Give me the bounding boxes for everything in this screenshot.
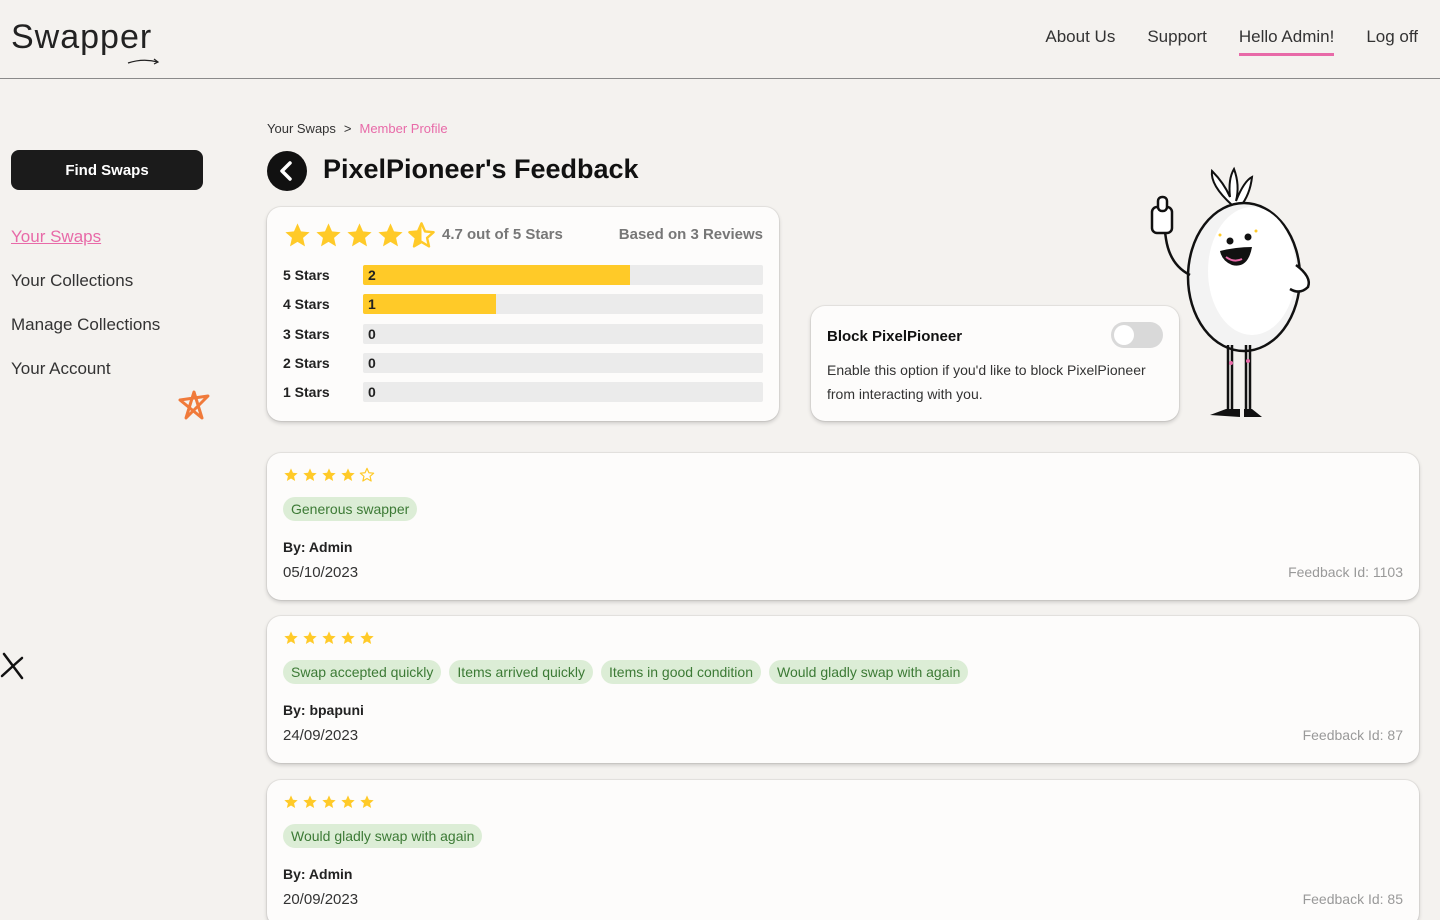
- logo-swoosh-icon: [127, 58, 160, 65]
- nav-hello-admin[interactable]: Hello Admin!: [1238, 27, 1335, 56]
- review-tag: Items in good condition: [601, 660, 761, 684]
- review-card: Swap accepted quickly Items arrived quick…: [267, 616, 1419, 763]
- average-star-rating: [283, 221, 436, 250]
- nav-support[interactable]: Support: [1147, 27, 1207, 56]
- feedback-id: Feedback Id: 1103: [1288, 564, 1403, 580]
- average-rating-text: 4.7 out of 5 Stars: [442, 226, 563, 243]
- rating-bar-fill: [363, 265, 630, 285]
- review-tag: Generous swapper: [283, 497, 418, 521]
- rating-row-label: 3 Stars: [283, 325, 330, 342]
- top-header: Swapper About Us Support Hello Admin! Lo…: [0, 0, 1440, 79]
- review-card: Generous swapper By: Admin 05/10/2023 Feedb…: [267, 453, 1419, 600]
- review-star-rating: [283, 467, 375, 483]
- rating-summary-card: 4.7 out of 5 Stars Based on 3 Reviews 5 …: [267, 207, 779, 421]
- rating-bar-track: 2: [363, 265, 763, 285]
- nav-log-off[interactable]: Log off: [1366, 27, 1418, 56]
- filled-star-icon: [284, 631, 298, 644]
- chevron-left-icon: [280, 161, 292, 181]
- review-author: By: Admin: [283, 866, 353, 882]
- toggle-knob: [1114, 325, 1134, 345]
- review-author: By: bpapuni: [283, 702, 364, 718]
- review-card: Would gladly swap with again By: Admin 20/…: [267, 780, 1419, 920]
- rating-row-label: 5 Stars: [283, 267, 330, 283]
- review-date: 05/10/2023: [283, 564, 359, 581]
- rating-row-label: 1 Stars: [283, 384, 330, 401]
- filled-star-icon: [284, 468, 298, 481]
- decorative-sparkle-icon: [0, 652, 24, 680]
- decorative-star-icon: [178, 390, 210, 420]
- empty-star-icon: [359, 467, 375, 482]
- find-swaps-button[interactable]: Find Swaps: [11, 150, 203, 190]
- half-star-icon: [408, 222, 435, 248]
- rating-row-count: 0: [368, 354, 376, 371]
- review-star-rating: [283, 630, 375, 646]
- review-star-rating: [283, 794, 375, 810]
- mascot-illustration: [1150, 166, 1310, 417]
- review-tag: Swap accepted quickly: [283, 660, 442, 684]
- review-tag: Would gladly swap with again: [769, 660, 969, 684]
- filled-star-icon: [347, 223, 372, 247]
- rating-distribution-row: 3 Stars 0: [283, 323, 763, 344]
- filled-star-icon: [284, 795, 298, 808]
- block-user-card: Block PixelPioneer Enable this option if…: [811, 306, 1179, 421]
- rating-distribution-row: 5 Stars 2: [283, 265, 763, 285]
- rating-distribution-row: 2 Stars 0: [283, 352, 763, 373]
- review-date: 20/09/2023: [283, 891, 359, 908]
- rating-distribution-row: 4 Stars 1: [283, 294, 763, 315]
- block-user-description: Enable this option if you'd like to bloc…: [827, 362, 1146, 402]
- filled-star-icon: [303, 795, 317, 808]
- filled-star-icon: [322, 795, 336, 808]
- breadcrumb-your-swaps[interactable]: Your Swaps: [267, 121, 336, 136]
- filled-star-icon: [378, 223, 403, 247]
- rating-row-label: 2 Stars: [283, 354, 330, 371]
- review-tag: Would gladly swap with again: [283, 824, 483, 848]
- review-tags: Would gladly swap with again: [283, 824, 483, 848]
- breadcrumb-member-profile: Member Profile: [359, 121, 448, 136]
- filled-star-icon: [341, 795, 355, 808]
- top-nav: About Us Support Hello Admin! Log off: [1045, 27, 1418, 56]
- feedback-id: Feedback Id: 87: [1302, 727, 1403, 743]
- swapper-logo[interactable]: Swapper: [11, 18, 152, 57]
- rating-distribution-row: 1 Stars 0: [283, 382, 763, 403]
- filled-star-icon: [360, 631, 374, 644]
- filled-star-icon: [316, 223, 341, 247]
- review-tags: Generous swapper: [283, 497, 418, 521]
- review-count-text: Based on 3 Reviews: [618, 226, 763, 243]
- rating-row-count: 2: [368, 267, 376, 283]
- filled-star-icon: [360, 795, 374, 808]
- filled-star-icon: [341, 468, 355, 481]
- filled-star-icon: [303, 631, 317, 644]
- filled-star-icon: [285, 223, 310, 247]
- sidebar-item-your-collections[interactable]: Your Collections: [11, 271, 133, 291]
- rating-bar-track: 0: [363, 323, 763, 344]
- rating-row-count: 0: [368, 325, 376, 342]
- rating-row-count: 1: [368, 296, 376, 313]
- breadcrumb: Your Swaps > Member Profile: [267, 121, 448, 136]
- feedback-id: Feedback Id: 85: [1302, 891, 1403, 907]
- review-date: 24/09/2023: [283, 727, 359, 744]
- rating-row-label: 4 Stars: [283, 296, 330, 313]
- review-tags: Swap accepted quickly Items arrived quick…: [283, 660, 969, 684]
- rating-bar-track: 0: [363, 382, 763, 403]
- rating-bar-fill: [363, 294, 497, 315]
- rating-bar-track: 0: [363, 352, 763, 373]
- sidebar-item-your-swaps[interactable]: Your Swaps: [11, 227, 101, 247]
- back-button[interactable]: [267, 151, 307, 191]
- filled-star-icon: [322, 631, 336, 644]
- filled-star-icon: [303, 468, 317, 481]
- breadcrumb-separator: >: [343, 121, 352, 136]
- review-author: By: Admin: [283, 539, 353, 555]
- filled-star-icon: [322, 468, 336, 481]
- rating-row-count: 0: [368, 384, 376, 401]
- nav-about-us[interactable]: About Us: [1045, 27, 1115, 56]
- review-tag: Items arrived quickly: [449, 660, 594, 684]
- page-title: PixelPioneer's Feedback: [323, 154, 639, 184]
- filled-star-icon: [341, 631, 355, 644]
- rating-bar-track: 1: [363, 294, 763, 315]
- sidebar-item-your-account[interactable]: Your Account: [11, 359, 111, 379]
- sidebar-item-manage-collections[interactable]: Manage Collections: [11, 315, 160, 335]
- block-user-title: Block PixelPioneer: [827, 328, 963, 345]
